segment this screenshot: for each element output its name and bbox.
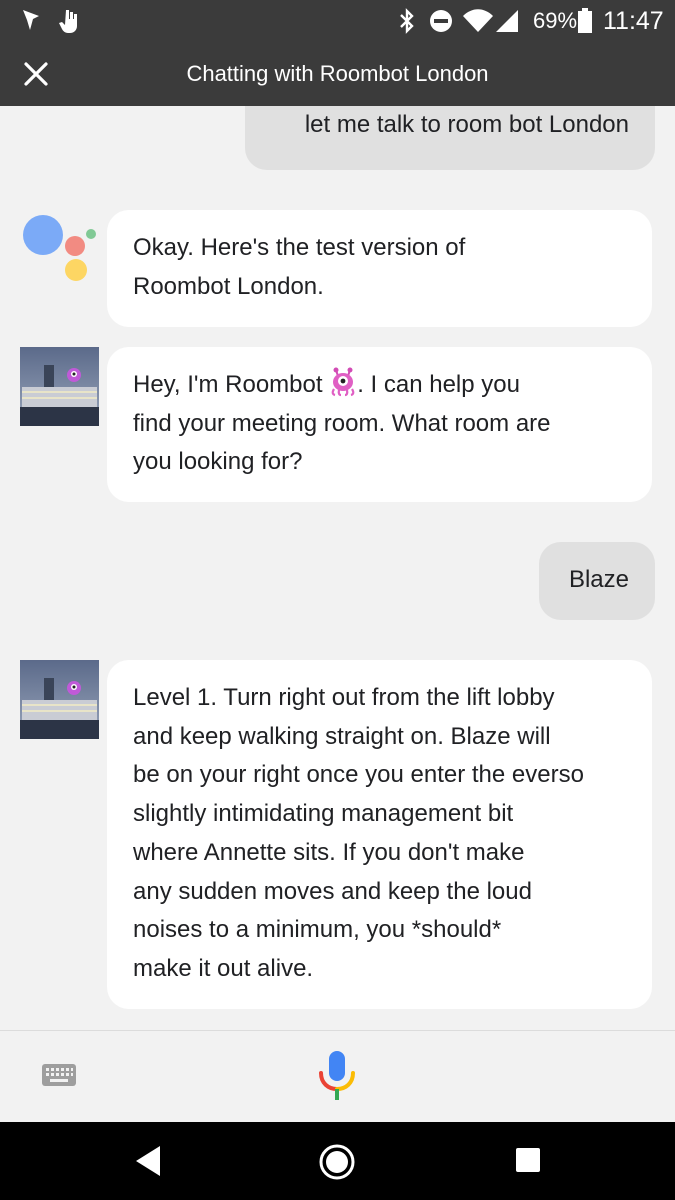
recents-button[interactable] (514, 1146, 542, 1174)
keyboard-icon (42, 1064, 76, 1086)
back-icon (136, 1146, 160, 1176)
home-button[interactable] (318, 1143, 356, 1181)
message-line: make it out alive. (133, 954, 314, 982)
map-pin-notification-icon (20, 8, 42, 32)
message-line: Level 1. Turn right out from the lift lo… (133, 684, 555, 711)
message-line: noises to a minimum, you *should* (133, 916, 502, 944)
google-assistant-logo-icon (22, 214, 98, 282)
user-message: let me talk to room bot London (245, 106, 655, 170)
do-not-disturb-icon (428, 8, 454, 34)
message-line: you looking for? (133, 448, 303, 476)
message-line: Blaze (568, 566, 629, 593)
roombot-message: Hey, I'm Roombot . I can help you find y… (107, 347, 652, 502)
battery-percent: 69% (533, 8, 578, 33)
message-line: slightly intimidating management bit (133, 800, 514, 828)
message-text: Hey, I'm Roombot (133, 371, 330, 398)
microphone-icon (319, 1051, 355, 1100)
hand-notification-icon (58, 8, 82, 34)
keyboard-button[interactable] (40, 1061, 78, 1091)
assistant-message: Okay. Here's the test version of Roombot… (107, 210, 652, 327)
message-line: Okay. Here's the test version of (133, 234, 466, 261)
roombot-message: Level 1. Turn right out from the lift lo… (107, 660, 652, 1009)
message-text: . I can help you (357, 371, 520, 398)
page-title: Chatting with Roombot London (186, 61, 489, 86)
microphone-button[interactable] (316, 1049, 358, 1105)
app-bar: Chatting with Roombot London (0, 42, 675, 106)
home-icon (319, 1144, 355, 1180)
roombot-avatar (20, 660, 99, 739)
bluetooth-icon (398, 8, 416, 34)
roombot-avatar (20, 347, 99, 426)
alien-monster-icon (329, 367, 357, 397)
user-message: Blaze (539, 542, 655, 620)
cell-signal-icon (496, 8, 520, 34)
battery-icon (577, 8, 593, 34)
message-line: where Annette sits. If you don't make (133, 838, 525, 866)
message-line: find your meeting room. What room are (133, 409, 551, 437)
input-bar (0, 1030, 675, 1122)
back-button[interactable] (132, 1142, 166, 1180)
message-line: be on your right once you enter the ever… (133, 761, 584, 789)
message-line: and keep walking straight on. Blaze will (133, 722, 551, 750)
message-line: let me talk to room bot London (304, 111, 629, 138)
clock: 11:47 (603, 7, 664, 35)
chat-transcript: let me talk to room bot London Okay. Her… (0, 106, 675, 1030)
message-line: any sudden moves and keep the loud (133, 877, 532, 905)
wifi-icon (462, 8, 494, 34)
message-line: Roombot London. (133, 272, 324, 300)
recents-icon (516, 1148, 540, 1172)
status-bar: 69% 11:47 (0, 0, 675, 42)
navigation-bar (0, 1122, 675, 1200)
message-line: Hey, I'm Roombot . I can help you (133, 366, 626, 405)
